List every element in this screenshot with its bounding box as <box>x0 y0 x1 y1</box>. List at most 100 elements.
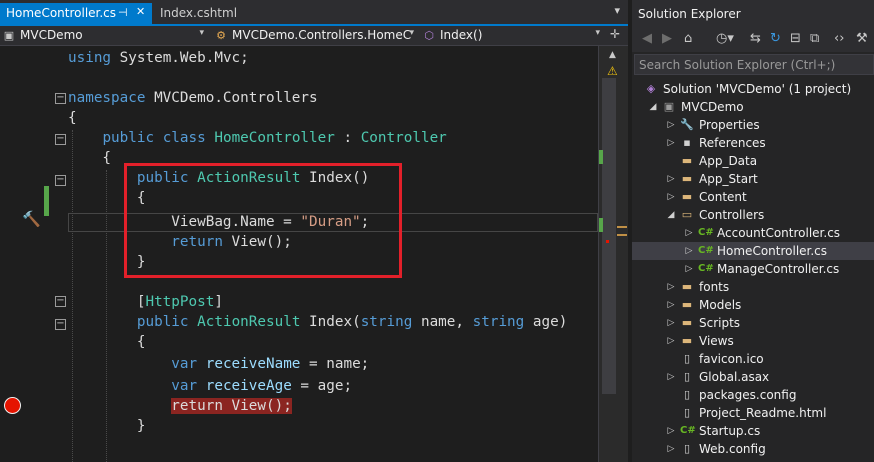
breakpoint-marker <box>606 240 609 243</box>
highlight-annotation-box <box>124 163 402 278</box>
collapsed-arrow-icon[interactable]: ▷ <box>666 314 676 332</box>
class-dropdown[interactable]: ⚙ MVCDemo.Controllers.HomeC ▾ <box>214 27 416 45</box>
indent-guide <box>72 130 73 462</box>
code-line[interactable]: { <box>68 148 111 168</box>
back-icon[interactable]: ◀ <box>642 31 652 46</box>
collapsed-arrow-icon[interactable]: ▷ <box>666 440 676 458</box>
tree-item[interactable]: ▷ 🔧 Properties <box>632 116 874 134</box>
tree-item[interactable]: ▷ ▬ fonts <box>632 278 874 296</box>
code-keyword: namespace <box>68 90 146 106</box>
tab-index-cshtml[interactable]: Index.cshtml <box>154 3 274 24</box>
solution-explorer-title: Solution Explorer <box>632 0 874 28</box>
collapsed-arrow-icon[interactable]: ▷ <box>666 188 676 206</box>
history-icon[interactable]: ◷▾ <box>716 31 734 46</box>
tree-item-label: Models <box>699 298 742 312</box>
collapsed-arrow-icon[interactable]: ▷ <box>666 170 676 188</box>
scroll-up-icon[interactable]: ▲ <box>609 50 616 60</box>
indent-guide <box>106 170 107 462</box>
quick-actions-icon[interactable]: 🔨 <box>22 210 41 228</box>
tree-item[interactable]: ▷ ▬ Scripts <box>632 314 874 332</box>
code-line[interactable]: return View(); <box>68 396 292 416</box>
code-line[interactable]: [HttpPost] <box>68 292 223 312</box>
sync-icon[interactable]: ⇆ <box>750 31 761 46</box>
collapse-toggle[interactable]: − <box>55 134 66 145</box>
tree-item[interactable]: ▷ ▯ Web.config <box>632 440 874 458</box>
code-line[interactable]: using System.Web.Mvc; <box>68 48 249 68</box>
folder-open-icon: ▭ <box>681 208 693 221</box>
collapse-toggle[interactable]: − <box>55 175 66 186</box>
collapse-all-icon[interactable]: ⊟ <box>790 31 801 46</box>
collapsed-arrow-icon[interactable]: ▷ <box>666 278 676 296</box>
code-text: { <box>68 150 112 166</box>
tree-item[interactable]: ▷ ▪ References <box>632 134 874 152</box>
tree-item[interactable]: ▷ ▬ App_Start <box>632 170 874 188</box>
code-type: ActionResult <box>197 314 301 330</box>
pin-icon[interactable]: ⊣ <box>118 6 128 19</box>
code-line[interactable]: public class HomeController : Controller <box>68 128 446 148</box>
tree-item-label: Startup.cs <box>699 424 761 438</box>
tab-overflow-icon[interactable]: ▾ <box>614 4 620 17</box>
collapsed-arrow-icon[interactable]: ▷ <box>666 296 676 314</box>
collapsed-arrow-icon[interactable]: ▷ <box>666 116 676 134</box>
code-text: Index( <box>300 314 361 330</box>
refresh-icon[interactable]: ↻ <box>770 31 781 46</box>
code-text: age) <box>524 314 568 330</box>
home-icon[interactable]: ⌂ <box>684 31 692 46</box>
tab-homecontroller[interactable]: HomeController.cs ⊣ ✕ <box>0 3 152 24</box>
warning-icon[interactable]: ⚠ <box>607 64 618 78</box>
code-line[interactable]: namespace MVCDemo.Controllers <box>68 88 318 108</box>
solution-explorer-search[interactable]: Search Solution Explorer (Ctrl+;) <box>634 54 874 75</box>
tree-item[interactable]: ◢ ▭ Controllers <box>632 206 874 224</box>
tree-item[interactable]: ▷ C# HomeController.cs <box>632 242 874 260</box>
close-icon[interactable]: ✕ <box>136 5 145 18</box>
code-type: HttpPost <box>145 294 215 310</box>
collapse-toggle[interactable]: − <box>55 296 66 307</box>
project-dropdown[interactable]: ▣ MVCDemo ▾ <box>2 27 206 45</box>
code-text: : <box>334 130 361 146</box>
scrollbar-thumb[interactable] <box>602 78 616 394</box>
code-line[interactable]: var receiveAge = age; <box>68 376 352 396</box>
collapsed-arrow-icon[interactable]: ▷ <box>666 422 676 440</box>
forward-icon[interactable]: ▶ <box>662 31 672 46</box>
split-editor-icon[interactable]: ✛ <box>610 27 620 41</box>
tree-item[interactable]: ▷ ▬ Content <box>632 188 874 206</box>
code-line[interactable]: public ActionResult Index(string name, s… <box>68 312 567 332</box>
class-dropdown-label: MVCDemo.Controllers.HomeC <box>232 28 412 42</box>
tree-item[interactable]: ▷ C# AccountController.cs <box>632 224 874 242</box>
collapsed-arrow-icon[interactable]: ▷ <box>684 260 694 278</box>
tree-item[interactable]: ◈ Solution 'MVCDemo' (1 project) <box>632 80 874 98</box>
collapsed-arrow-icon[interactable]: ▷ <box>666 368 676 386</box>
expanded-arrow-icon[interactable]: ◢ <box>648 98 658 116</box>
csharp-file-icon: C# <box>680 425 696 436</box>
tree-item[interactable]: ▷ C# Startup.cs <box>632 422 874 440</box>
vertical-scrollbar[interactable]: ▲ ⚠ <box>598 46 628 462</box>
tree-item[interactable]: ▷ ▯ Global.asax <box>632 368 874 386</box>
tree-item[interactable]: ▯ favicon.ico <box>632 350 874 368</box>
code-keyword: string <box>360 314 413 330</box>
show-all-files-icon[interactable]: ⧉ <box>810 31 819 46</box>
tree-item-label: Scripts <box>699 316 741 330</box>
tree-item[interactable]: ◢ ▣ MVCDemo <box>632 98 874 116</box>
collapsed-arrow-icon[interactable]: ▷ <box>684 242 694 260</box>
breakpoint-icon[interactable] <box>4 397 21 414</box>
member-dropdown[interactable]: ⬡ Index() ▾ <box>422 27 602 45</box>
code-view-icon[interactable]: ‹› <box>834 31 844 46</box>
tree-item[interactable]: ▷ C# ManageController.cs <box>632 260 874 278</box>
code-line[interactable]: var receiveName = name; <box>68 354 369 374</box>
collapsed-arrow-icon[interactable]: ▷ <box>666 134 676 152</box>
code-line[interactable]: { <box>68 108 77 128</box>
collapsed-arrow-icon[interactable]: ▷ <box>666 332 676 350</box>
collapsed-arrow-icon[interactable]: ▷ <box>684 224 694 242</box>
expanded-arrow-icon[interactable]: ◢ <box>666 206 676 224</box>
collapse-toggle[interactable]: − <box>55 319 66 330</box>
tree-item[interactable]: ▷ ▬ Models <box>632 296 874 314</box>
folder-icon: ▬ <box>681 172 693 185</box>
tree-item[interactable]: ▷ ▬ Views <box>632 332 874 350</box>
tree-item[interactable]: ▯ packages.config <box>632 386 874 404</box>
collapse-toggle[interactable]: − <box>55 93 66 104</box>
properties-icon[interactable]: ⚒ <box>856 31 868 46</box>
tree-item[interactable]: ▯ Project_Readme.html <box>632 404 874 422</box>
tree-item[interactable]: ▬ App_Data <box>632 152 874 170</box>
